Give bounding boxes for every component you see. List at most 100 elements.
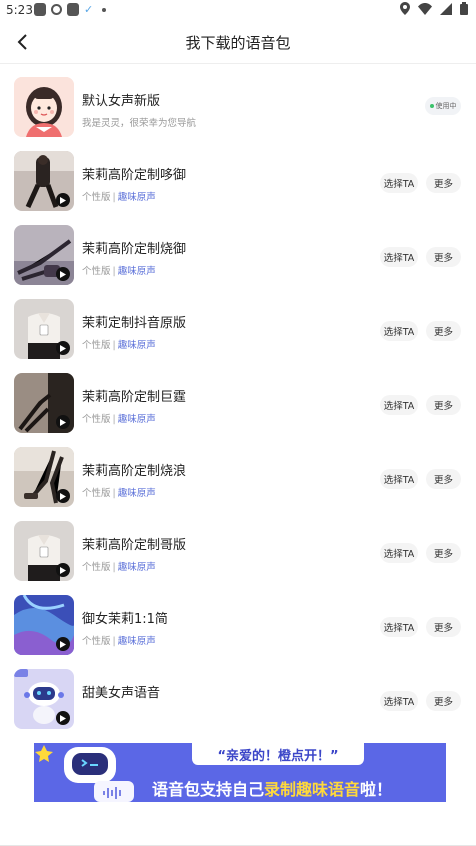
banner-text-part2: 啦！ xyxy=(360,780,393,799)
play-icon[interactable] xyxy=(56,489,70,503)
voice-thumbnail xyxy=(14,225,74,285)
more-button[interactable]: 更多 xyxy=(426,617,461,637)
list-item[interactable]: 甜美女声语音 选择TA 更多 xyxy=(0,662,476,736)
select-button[interactable]: 选择TA xyxy=(380,395,418,415)
in-use-badge: 使用中 xyxy=(425,97,461,115)
more-button[interactable]: 更多 xyxy=(426,247,461,267)
voice-thumbnail xyxy=(14,151,74,211)
more-button[interactable]: 更多 xyxy=(426,321,461,341)
select-button[interactable]: 选择TA xyxy=(380,173,418,193)
status-dot-icon xyxy=(429,104,434,108)
promo-banner[interactable]: “亲爱的！橙点开！” 语音包支持自己录制趣味语音啦！ xyxy=(34,743,446,802)
select-button[interactable]: 选择TA xyxy=(380,469,418,489)
voice-thumbnail xyxy=(14,447,74,507)
play-icon[interactable] xyxy=(56,267,70,281)
voice-meta: 个性版 | 趣味原声 xyxy=(82,414,156,425)
voice-category[interactable]: 趣味原声 xyxy=(118,340,156,351)
list-item[interactable]: 茉莉高阶定制烧御 个性版 | 趣味原声 选择TA 更多 xyxy=(0,218,476,292)
location-icon xyxy=(400,2,410,15)
play-icon[interactable] xyxy=(56,341,70,355)
more-button[interactable]: 更多 xyxy=(426,691,461,711)
more-button[interactable]: 更多 xyxy=(426,469,461,489)
voice-meta: 个性版 | 趣味原声 xyxy=(82,192,156,203)
voice-thumbnail xyxy=(14,299,74,359)
more-button[interactable]: 更多 xyxy=(426,395,461,415)
app-notification-icon xyxy=(34,3,46,16)
voice-thumbnail xyxy=(14,77,74,137)
list-item[interactable]: 茉莉高阶定制烧浪 个性版 | 趣味原声 选择TA 更多 xyxy=(0,440,476,514)
voice-name: 御女茉莉1:1简 xyxy=(82,612,168,627)
play-icon[interactable] xyxy=(56,711,70,725)
more-button[interactable]: 更多 xyxy=(426,543,461,563)
signal-icon xyxy=(440,2,452,15)
voice-category[interactable]: 趣味原声 xyxy=(118,192,156,203)
voice-tag: 个性版 xyxy=(82,488,111,499)
voice-meta: 个性版 | 趣味原声 xyxy=(82,340,156,351)
banner-text: 语音包支持自己录制趣味语音啦！ xyxy=(152,776,392,800)
voice-name: 茉莉高阶定制哆御 xyxy=(82,168,187,183)
voice-thumbnail xyxy=(14,373,74,433)
voice-meta: 个性版 | 趣味原声 xyxy=(82,266,156,277)
voice-name: 茉莉高阶定制烧浪 xyxy=(82,464,187,479)
status-bar: 5:23 ✓ xyxy=(0,0,476,20)
status-time: 5:23 xyxy=(6,3,33,17)
banner-quote: “亲爱的！橙点开！” xyxy=(192,743,364,765)
more-notifications-icon xyxy=(102,7,107,12)
voice-thumbnail xyxy=(14,521,74,581)
list-item[interactable]: 御女茉莉1:1简 个性版 | 趣味原声 选择TA 更多 xyxy=(0,588,476,662)
voice-category[interactable]: 趣味原声 xyxy=(118,414,156,425)
voice-tag: 个性版 xyxy=(82,562,111,573)
voice-name: 默认女声新版 xyxy=(82,94,161,109)
select-button[interactable]: 选择TA xyxy=(380,617,418,637)
play-icon[interactable] xyxy=(56,637,70,651)
voice-tag: 个性版 xyxy=(82,192,111,203)
voice-name: 茉莉定制抖音原版 xyxy=(82,316,187,331)
voice-meta: 个性版 | 趣味原声 xyxy=(82,636,156,647)
voice-category[interactable]: 趣味原声 xyxy=(118,636,156,647)
list-item[interactable]: 茉莉定制抖音原版 个性版 | 趣味原声 选择TA 更多 xyxy=(0,292,476,366)
robot-mascot-icon xyxy=(34,743,144,802)
voice-thumbnail xyxy=(14,669,74,729)
avatar-illustration xyxy=(14,77,74,137)
check-icon: ✓ xyxy=(84,3,94,16)
voice-meta: 个性版 | 趣味原声 xyxy=(82,562,156,573)
voice-name: 茉莉高阶定制巨霆 xyxy=(82,390,187,405)
select-button[interactable]: 选择TA xyxy=(380,321,418,341)
voice-meta: 个性版 | 趣味原声 xyxy=(82,488,156,499)
play-icon[interactable] xyxy=(56,193,70,207)
voice-category[interactable]: 趣味原声 xyxy=(118,266,156,277)
select-button[interactable]: 选择TA xyxy=(380,691,418,711)
voice-thumbnail xyxy=(14,595,74,655)
voice-name: 茉莉高阶定制烧御 xyxy=(82,242,187,257)
banner-text-part1: 语音包支持自己 xyxy=(152,780,265,799)
voice-name: 茉莉高阶定制哥版 xyxy=(82,538,187,553)
select-button[interactable]: 选择TA xyxy=(380,247,418,267)
battery-icon xyxy=(460,2,468,15)
list-item[interactable]: 默认女声新版 我是灵灵，很荣幸为您导航 使用中 xyxy=(0,70,476,144)
list-item[interactable]: 茉莉高阶定制哆御 个性版 | 趣味原声 选择TA 更多 xyxy=(0,144,476,218)
voice-tag: 个性版 xyxy=(82,266,111,277)
play-icon[interactable] xyxy=(56,563,70,577)
vpn-icon xyxy=(51,4,62,15)
list-item[interactable]: 茉莉高阶定制巨霆 个性版 | 趣味原声 选择TA 更多 xyxy=(0,366,476,440)
list-item[interactable]: 茉莉高阶定制哥版 个性版 | 趣味原声 选择TA 更多 xyxy=(0,514,476,588)
wifi-icon xyxy=(418,2,432,15)
shield-icon xyxy=(67,3,79,16)
voice-description: 我是灵灵，很荣幸为您导航 xyxy=(82,118,197,129)
voice-category[interactable]: 趣味原声 xyxy=(118,562,156,573)
voice-category[interactable]: 趣味原声 xyxy=(118,488,156,499)
voice-tag: 个性版 xyxy=(82,636,111,647)
voice-tag: 个性版 xyxy=(82,340,111,351)
more-button[interactable]: 更多 xyxy=(426,173,461,193)
select-button[interactable]: 选择TA xyxy=(380,543,418,563)
header: 我下载的语音包 xyxy=(0,20,476,64)
voice-pack-list: 默认女声新版 我是灵灵，很荣幸为您导航 使用中 茉莉高阶定制哆御 个性版 | 趣味原… xyxy=(0,70,476,736)
voice-tag: 个性版 xyxy=(82,414,111,425)
play-icon[interactable] xyxy=(56,415,70,429)
in-use-label: 使用中 xyxy=(435,102,457,110)
page-title: 我下载的语音包 xyxy=(185,34,291,52)
status-right-icons xyxy=(400,2,468,15)
banner-highlight: 录制趣味语音 xyxy=(264,780,361,799)
voice-name: 甜美女声语音 xyxy=(82,686,161,701)
status-left-icons: ✓ xyxy=(34,3,107,16)
